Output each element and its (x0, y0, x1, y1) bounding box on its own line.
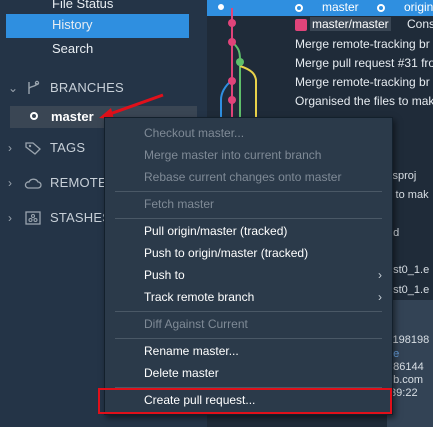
current-branch-icon (30, 112, 38, 120)
menu-separator (115, 338, 382, 339)
commit-message: Merge remote-tracking br (295, 37, 430, 51)
cloud-icon (24, 178, 42, 189)
tags-label: TAGS (50, 140, 86, 155)
remote-branch-icon (295, 18, 307, 31)
commit-message: Merge remote-tracking br (295, 75, 430, 89)
menu-item-push-to[interactable]: Push to › (105, 264, 392, 286)
chevron-right-icon: › (8, 141, 12, 155)
menu-item-merge[interactable]: Merge master into current branch (105, 144, 392, 166)
sidebar-item-search[interactable]: Search (6, 38, 189, 62)
branch-tag-label: origin (404, 0, 433, 14)
submenu-arrow-icon: › (378, 290, 382, 304)
menu-item-label: Push to (144, 268, 185, 282)
current-branch-icon (377, 3, 385, 12)
branch-label: master (51, 109, 94, 124)
menu-separator (115, 191, 382, 192)
branch-icon (28, 80, 40, 94)
remote-tag-origin-master: master/master (295, 17, 391, 31)
menu-item-label: Track remote branch (144, 290, 255, 304)
menu-item-track-remote[interactable]: Track remote branch › (105, 286, 392, 308)
menu-item-rename[interactable]: Rename master... (105, 340, 392, 362)
detail-text: s to mak (387, 189, 429, 201)
stash-icon (25, 211, 41, 225)
branch-context-menu: Checkout master... Merge master into cur… (104, 117, 393, 415)
detail-text: est0_1.e (387, 264, 430, 276)
menu-item-checkout[interactable]: Checkout master... (105, 122, 392, 144)
remote-tag-label: master/master (310, 17, 391, 31)
detail-text: est0_1.e (387, 284, 430, 296)
menu-item-pull[interactable]: Pull origin/master (tracked) (105, 220, 392, 242)
branch-tag-origin: origin (377, 0, 433, 14)
current-branch-icon (295, 3, 303, 12)
commit-message: Organised the files to mak (295, 94, 433, 108)
menu-item-fetch[interactable]: Fetch master (105, 193, 392, 215)
branch-icon (307, 1, 319, 14)
tag-icon (25, 142, 41, 155)
chevron-right-icon: › (8, 211, 12, 225)
branch-tag-label: master (322, 0, 359, 14)
sidebar-item-history[interactable]: History (6, 14, 189, 38)
chevron-down-icon: ⌄ (8, 81, 19, 95)
annotation-highlight-box (98, 388, 392, 414)
commit-message: Merge pull request #31 fro (295, 56, 433, 70)
branch-icon (389, 1, 401, 14)
menu-item-delete[interactable]: Delete master (105, 362, 392, 384)
submenu-arrow-icon: › (378, 268, 382, 282)
detail-text: c198198 (387, 334, 430, 346)
menu-item-push-tracked[interactable]: Push to origin/master (tracked) (105, 242, 392, 264)
branch-tag-master: master (295, 0, 359, 14)
menu-item-diff[interactable]: Diff Against Current (105, 313, 392, 335)
commit-message: Cons (407, 17, 433, 31)
menu-separator (115, 218, 382, 219)
chevron-right-icon: › (8, 176, 12, 190)
menu-separator (115, 311, 382, 312)
stashes-label: STASHES (50, 210, 112, 225)
menu-item-rebase[interactable]: Rebase current changes onto master (105, 166, 392, 188)
